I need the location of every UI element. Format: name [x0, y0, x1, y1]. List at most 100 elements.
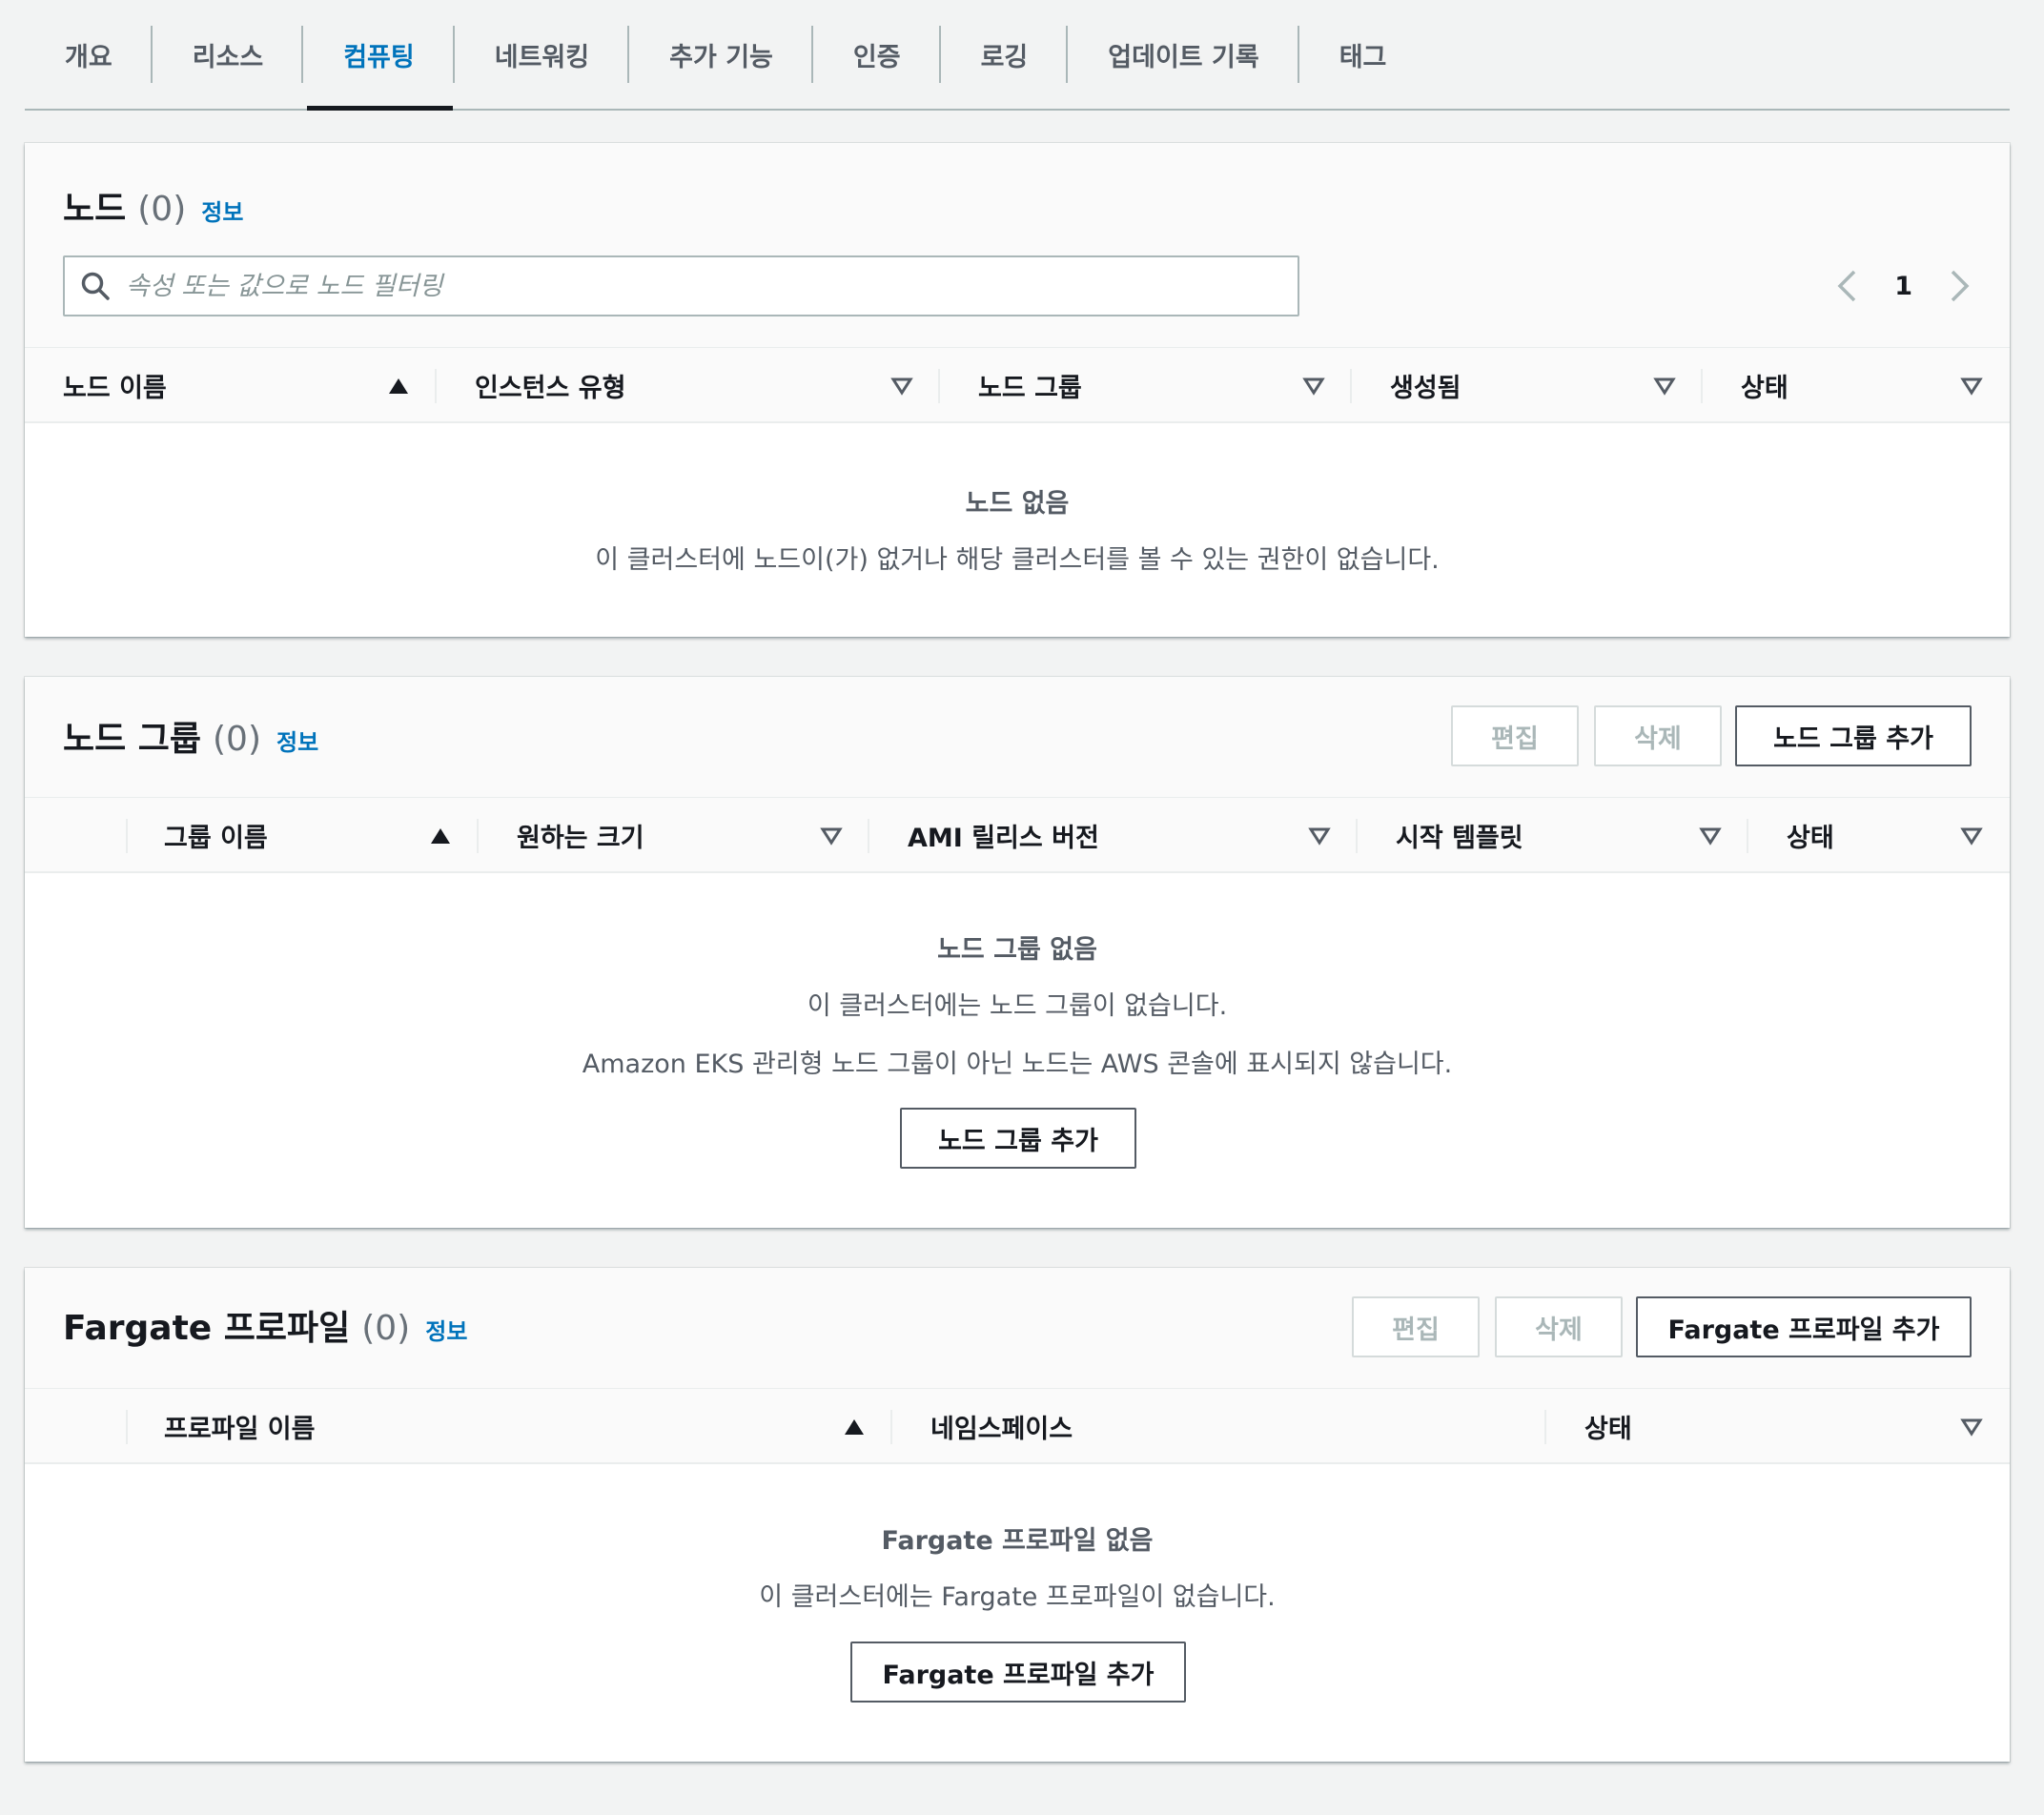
sort-icon[interactable] [1960, 1417, 1983, 1437]
column-divider [868, 819, 869, 853]
tab-add-ons[interactable]: 추가 기능 [629, 0, 813, 109]
column-divider [1350, 369, 1352, 403]
sort-icon[interactable] [890, 377, 913, 396]
column-header-ami-release-version[interactable]: AMI 릴리스 버전 [908, 798, 1099, 872]
node-groups-header: 노드 그룹 (0) 정보 [63, 711, 318, 761]
column-header-created[interactable]: 생성됨 [1390, 348, 1461, 422]
fargate-header: Fargate 프로파일 (0) 정보 [63, 1300, 467, 1350]
tab-label: 리소스 [192, 42, 264, 72]
chevron-left-icon[interactable] [1835, 269, 1858, 303]
panel-title: 노드 [63, 190, 127, 229]
column-divider [890, 1410, 892, 1444]
sort-ascending-icon[interactable] [387, 377, 410, 396]
edit-button[interactable]: 편집 [1352, 1296, 1480, 1357]
empty-state: Fargate 프로파일 없음 이 클러스터에는 Fargate 프로파일이 없… [25, 1519, 2010, 1613]
tab-compute[interactable]: 컴퓨팅 [303, 0, 455, 111]
tab-bar: 개요 리소스 컴퓨팅 네트워킹 추가 기능 인증 로깅 업데이트 기록 태그 [25, 0, 2010, 111]
tab-logging[interactable]: 로깅 [941, 0, 1069, 109]
column-divider [126, 1410, 128, 1444]
column-divider [477, 819, 479, 853]
sort-icon[interactable] [1960, 377, 1983, 396]
tab-tags[interactable]: 태그 [1299, 0, 1427, 109]
empty-message: 이 클러스터에는 노드 그룹이 없습니다. [807, 991, 1228, 1021]
tab-update-history[interactable]: 업데이트 기록 [1068, 0, 1299, 109]
tab-label: 태그 [1339, 42, 1387, 72]
tab-overview[interactable]: 개요 [25, 0, 153, 109]
tab-label: 네트워킹 [494, 42, 590, 72]
empty-title: 노드 없음 [965, 489, 1070, 519]
tab-label: 컴퓨팅 [343, 42, 415, 72]
item-count: (0) [361, 1309, 411, 1348]
chevron-right-icon[interactable] [1949, 269, 1972, 303]
column-divider [1544, 1410, 1546, 1444]
empty-state: 노드 그룹 없음 이 클러스터에는 노드 그룹이 없습니다. Amazon EK… [25, 928, 2010, 1080]
column-divider [1356, 819, 1358, 853]
column-header-node-group[interactable]: 노드 그룹 [978, 348, 1082, 422]
column-divider [1701, 369, 1703, 403]
column-header-namespace: 네임스페이스 [930, 1414, 1073, 1444]
column-divider [938, 369, 940, 403]
add-fargate-profile-empty-button[interactable]: Fargate 프로파일 추가 [850, 1642, 1186, 1703]
column-header-status[interactable]: 상태 [1787, 798, 1834, 872]
panel-title: 노드 그룹 [63, 720, 202, 759]
column-divider [1747, 819, 1748, 853]
column-header-instance-type[interactable]: 인스턴스 유형 [475, 348, 625, 422]
tab-label: 로깅 [980, 42, 1029, 72]
column-header-desired-size[interactable]: 원하는 크기 [517, 798, 644, 872]
panel-title: Fargate 프로파일 [63, 1309, 351, 1348]
node-groups-table-header: 그룹 이름 원하는 크기 AMI 릴리스 버전 시작 템플릿 상태 [25, 797, 2010, 873]
nodes-header: 노드 (0) 정보 [63, 181, 243, 231]
empty-title: 노드 그룹 없음 [937, 935, 1097, 965]
tab-label: 인증 [852, 42, 901, 72]
column-header-status[interactable]: 상태 [1584, 1389, 1632, 1463]
item-count: (0) [213, 720, 262, 759]
edit-button[interactable]: 편집 [1451, 705, 1579, 766]
empty-title: Fargate 프로파일 없음 [881, 1526, 1154, 1556]
node-groups-table-body: 노드 그룹 없음 이 클러스터에는 노드 그룹이 없습니다. Amazon EK… [25, 873, 2010, 1228]
delete-button[interactable]: 삭제 [1594, 705, 1722, 766]
tab-label: 업데이트 기록 [1108, 42, 1259, 72]
pagination: 1 [1835, 255, 1972, 316]
tab-authentication[interactable]: 인증 [813, 0, 941, 109]
tab-label: 추가 기능 [669, 42, 773, 72]
info-link[interactable]: 정보 [276, 724, 318, 757]
sort-icon[interactable] [1308, 826, 1331, 846]
sort-icon[interactable] [1699, 826, 1722, 846]
info-link[interactable]: 정보 [425, 1313, 467, 1346]
tab-networking[interactable]: 네트워킹 [455, 0, 630, 109]
add-node-group-button[interactable]: 노드 그룹 추가 [1735, 705, 1972, 766]
sort-ascending-icon[interactable] [843, 1417, 866, 1437]
column-header-node-name[interactable]: 노드 이름 [63, 348, 167, 422]
nodes-table-body: 노드 없음 이 클러스터에 노드이(가) 없거나 해당 클러스터를 볼 수 있는… [25, 423, 2010, 637]
add-node-group-empty-button[interactable]: 노드 그룹 추가 [900, 1108, 1136, 1169]
tab-resources[interactable]: 리소스 [153, 0, 304, 109]
search-icon [81, 272, 110, 300]
node-filter-field[interactable] [63, 255, 1299, 316]
add-fargate-profile-button[interactable]: Fargate 프로파일 추가 [1636, 1296, 1972, 1357]
search-input[interactable] [126, 257, 1270, 315]
fargate-profiles-panel: Fargate 프로파일 (0) 정보 편집 삭제 Fargate 프로파일 추… [25, 1268, 2010, 1762]
column-header-launch-template[interactable]: 시작 템플릿 [1396, 798, 1523, 872]
sort-ascending-icon[interactable] [429, 826, 452, 846]
sort-icon[interactable] [1653, 377, 1676, 396]
info-link[interactable]: 정보 [201, 194, 243, 227]
nodes-panel: 노드 (0) 정보 1 노드 이름 인스턴스 유형 노드 그룹 생성됨 상태 노… [25, 143, 2010, 637]
item-count: (0) [137, 190, 187, 229]
empty-state: 노드 없음 이 클러스터에 노드이(가) 없거나 해당 클러스터를 볼 수 있는… [25, 482, 2010, 576]
page-number[interactable]: 1 [1894, 272, 1912, 301]
fargate-table-header: 프로파일 이름 네임스페이스 상태 [25, 1388, 2010, 1464]
column-divider [126, 819, 128, 853]
sort-icon[interactable] [1302, 377, 1325, 396]
sort-icon[interactable] [820, 826, 843, 846]
column-divider [435, 369, 437, 403]
column-header-group-name[interactable]: 그룹 이름 [164, 798, 268, 872]
column-header-profile-name[interactable]: 프로파일 이름 [164, 1389, 315, 1463]
empty-message: 이 클러스터에는 Fargate 프로파일이 없습니다. [759, 1582, 1276, 1612]
node-groups-panel: 노드 그룹 (0) 정보 편집 삭제 노드 그룹 추가 그룹 이름 원하는 크기… [25, 677, 2010, 1228]
delete-button[interactable]: 삭제 [1495, 1296, 1623, 1357]
column-header-status[interactable]: 상태 [1741, 348, 1788, 422]
tab-label: 개요 [65, 42, 112, 72]
sort-icon[interactable] [1960, 826, 1983, 846]
fargate-table-body: Fargate 프로파일 없음 이 클러스터에는 Fargate 프로파일이 없… [25, 1464, 2010, 1762]
empty-message: 이 클러스터에 노드이(가) 없거나 해당 클러스터를 볼 수 있는 권한이 없… [595, 545, 1440, 575]
